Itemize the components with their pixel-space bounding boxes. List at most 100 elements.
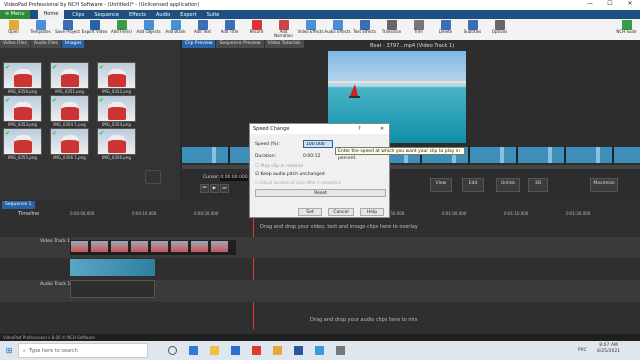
app-icon[interactable] [252, 346, 261, 355]
maximize-preview-button[interactable]: Maximize [590, 178, 618, 192]
clip[interactable] [150, 240, 169, 253]
media-thumbnail[interactable]: ✔ [3, 128, 42, 155]
unlink-button[interactable]: Unlink [496, 178, 520, 192]
tab-audio-files[interactable]: Audio Files [30, 40, 62, 48]
media-thumbnail[interactable]: ✔ [3, 95, 42, 122]
media-item[interactable]: ✔ IMG_0356 1.png [50, 128, 94, 160]
clock[interactable]: 8:07 AM 8/25/2021 [597, 343, 620, 355]
search-box[interactable]: ⌕ Type here to search [18, 343, 148, 358]
media-item[interactable]: ✔ IMG_0353.png [3, 95, 47, 127]
windows-start-icon[interactable]: ⊞ [0, 346, 18, 355]
store-icon[interactable] [231, 346, 240, 355]
help-button[interactable]: Help [360, 208, 384, 216]
toolbar-button[interactable]: Subtitles [459, 19, 486, 40]
media-thumbnail[interactable]: ✔ [97, 62, 136, 89]
clip[interactable] [210, 240, 229, 253]
media-thumbnail[interactable]: ✔ [50, 95, 89, 122]
cancel-button[interactable]: Cancel [328, 208, 354, 216]
toolbar-button[interactable]: Add Narration [270, 19, 297, 40]
menu-tab-audio[interactable]: Audio [156, 12, 170, 18]
task-view-icon[interactable] [168, 346, 177, 355]
clip[interactable] [110, 240, 129, 253]
maximize-button[interactable]: ☐ [600, 0, 620, 7]
toolbar-button[interactable]: Add File(s) [108, 19, 135, 40]
media-thumbnail[interactable]: ✔ [3, 62, 42, 89]
reset-button[interactable]: Reset [255, 189, 386, 197]
toolbar-button[interactable]: Save Project [54, 19, 81, 40]
clip[interactable] [90, 240, 109, 253]
toolbar-button[interactable]: Trim [405, 19, 432, 40]
media-item[interactable]: ✔ IMG_0356.png [97, 128, 141, 160]
toolbar-button[interactable]: Add Title [216, 19, 243, 40]
clip[interactable] [70, 240, 89, 253]
toolbar-button[interactable]: Delete [432, 19, 459, 40]
menu-tab-effects[interactable]: Effects [129, 12, 146, 18]
toolbar-button[interactable]: Add Blank [162, 19, 189, 40]
toolbar-button[interactable]: Transition [378, 19, 405, 40]
menu-tab-export[interactable]: Export [180, 12, 196, 18]
edge-icon[interactable] [189, 346, 198, 355]
media-item[interactable]: ✔ IMG_0352.png [97, 62, 141, 94]
language-indicator[interactable]: РУС [578, 348, 587, 353]
toolbar-button[interactable]: Record [243, 19, 270, 40]
skip-back-icon[interactable]: ⏮ [200, 184, 209, 193]
toolbar-button[interactable]: NCH Suite [613, 19, 640, 40]
media-thumbnail[interactable]: ✔ [97, 95, 136, 122]
close-button[interactable]: ✕ [620, 0, 640, 7]
tab-video-tutorials[interactable]: Video Tutorials [264, 40, 304, 48]
toolbar-button[interactable]: Open [0, 19, 27, 40]
play-icon[interactable]: ▶ [210, 184, 219, 193]
reverse-checkbox[interactable]: ☐ Play clip in reverse [255, 164, 303, 169]
clip[interactable] [170, 240, 189, 253]
3d-button[interactable]: 3D [528, 178, 548, 192]
app2-icon[interactable] [336, 346, 345, 355]
view-button[interactable]: View [430, 178, 452, 192]
media-item[interactable]: ✔ IMG_0355.png [3, 128, 47, 160]
media-thumbnail[interactable]: ✔ [50, 128, 89, 155]
file-explorer-icon[interactable] [210, 346, 219, 355]
help-icon[interactable]: ? [358, 126, 361, 132]
toolbar-button[interactable]: Export Video [81, 19, 108, 40]
mail-icon[interactable] [315, 346, 324, 355]
toolbar-button[interactable]: Add Objects [135, 19, 162, 40]
keep-pitch-checkbox[interactable]: ☑ Keep audio pitch unchanged [255, 172, 325, 177]
media-thumbnail[interactable]: ✔ [97, 128, 136, 155]
menu-tab-sequence[interactable]: Sequence [94, 12, 119, 18]
set-button[interactable]: Set [298, 208, 322, 216]
toolbar-button[interactable]: Templates [27, 19, 54, 40]
video-clips[interactable] [70, 240, 236, 255]
speed-input[interactable] [303, 140, 333, 148]
media-item[interactable]: ✔ IMG_0354.png [97, 95, 141, 127]
tab-images[interactable]: Images [62, 40, 85, 48]
playhead[interactable] [253, 211, 254, 329]
toolbar-button[interactable]: Add Text [189, 19, 216, 40]
audio-clip[interactable] [70, 280, 155, 298]
main-menu-button[interactable]: ≡ Menu [0, 10, 30, 19]
clip[interactable] [130, 240, 149, 253]
media-thumbnail[interactable]: ✔ [50, 62, 89, 89]
boat-clip[interactable] [70, 259, 155, 276]
media-item[interactable]: ✔ IMG_0354 1.png [50, 95, 94, 127]
tab-sequence-preview[interactable]: Sequence Preview [216, 40, 264, 48]
toolbar-button[interactable]: Options [486, 19, 513, 40]
minimize-button[interactable]: — [580, 0, 600, 7]
menu-tab-clips[interactable]: Clips [72, 12, 84, 18]
toolbar-button[interactable]: Text Effects [351, 19, 378, 40]
duration-value[interactable]: 0:00:12 [303, 154, 320, 159]
toolbar-button[interactable]: Audio Effects [324, 19, 351, 40]
word-icon[interactable] [294, 346, 303, 355]
videopad-icon[interactable] [273, 346, 282, 355]
menu-tab-suite[interactable]: Suite [207, 12, 220, 18]
edit-button[interactable]: Edit [462, 178, 484, 192]
tab-sequence-1[interactable]: Sequence 1 [2, 201, 35, 209]
tab-clip-preview[interactable]: Clip Preview [182, 40, 216, 48]
clip[interactable] [190, 240, 209, 253]
media-item[interactable]: ✔ IMG_0350.png [3, 62, 47, 94]
media-item[interactable]: ✔ IMG_0351.png [50, 62, 94, 94]
dialog-close-icon[interactable]: ✕ [380, 126, 384, 132]
toolbar-button[interactable]: Video Effects [297, 19, 324, 40]
frame-forward-icon[interactable]: ⏭ [220, 184, 229, 193]
adjust-checkbox[interactable]: ☐ Adjust location of clips after in sequ… [255, 180, 341, 185]
tab-video-files[interactable]: Video Files [0, 40, 30, 48]
menu-tab-home[interactable]: Home [37, 10, 65, 19]
